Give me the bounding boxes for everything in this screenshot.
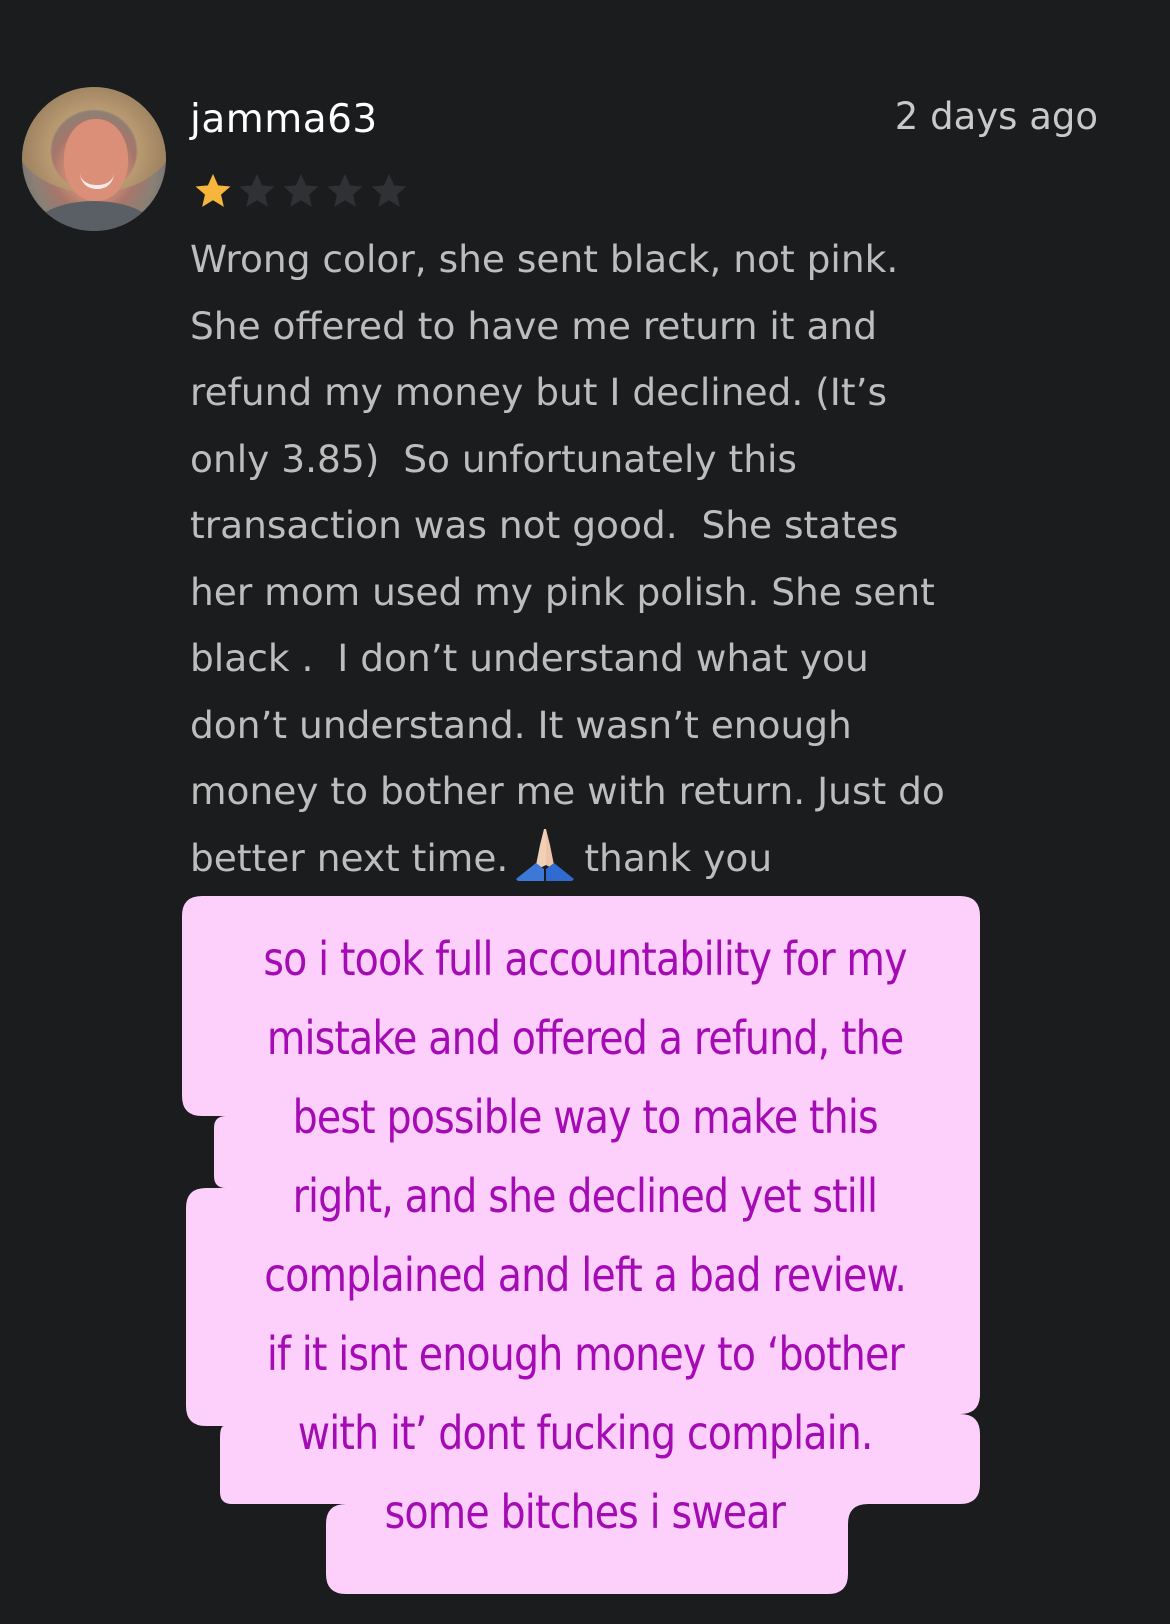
caption-line: right, and she declined yet still — [170, 1157, 1000, 1236]
caption-line: best possible way to make this — [170, 1078, 1000, 1157]
caption-line: with it’ dont fucking complain. — [170, 1394, 1000, 1473]
caption-line: complained and left a bad review. — [170, 1236, 1000, 1315]
caption-line-text: so i took full accountability for my — [263, 932, 907, 986]
caption-line: if it isnt enough money to ‘bother — [170, 1315, 1000, 1394]
caption-line-text: with it’ dont fucking complain. — [297, 1406, 874, 1460]
caption-line-text: if it isnt enough money to ‘bother — [266, 1327, 904, 1381]
caption-line-text: mistake and offered a refund, the — [266, 1011, 904, 1065]
caption-line-text: best possible way to make this — [292, 1090, 878, 1144]
caption-line: so i took full accountability for my — [170, 920, 1000, 999]
caption-line-text: complained and left a bad review. — [264, 1248, 907, 1302]
caption-line-text: some bitches i swear — [384, 1485, 786, 1539]
caption-line: some bitches i swear — [170, 1473, 1000, 1552]
caption-line-text: right, and she declined yet still — [292, 1169, 878, 1223]
caption-line: mistake and offered a refund, the — [170, 999, 1000, 1078]
caption-text: so i took full accountability for my mis… — [170, 920, 1000, 1552]
